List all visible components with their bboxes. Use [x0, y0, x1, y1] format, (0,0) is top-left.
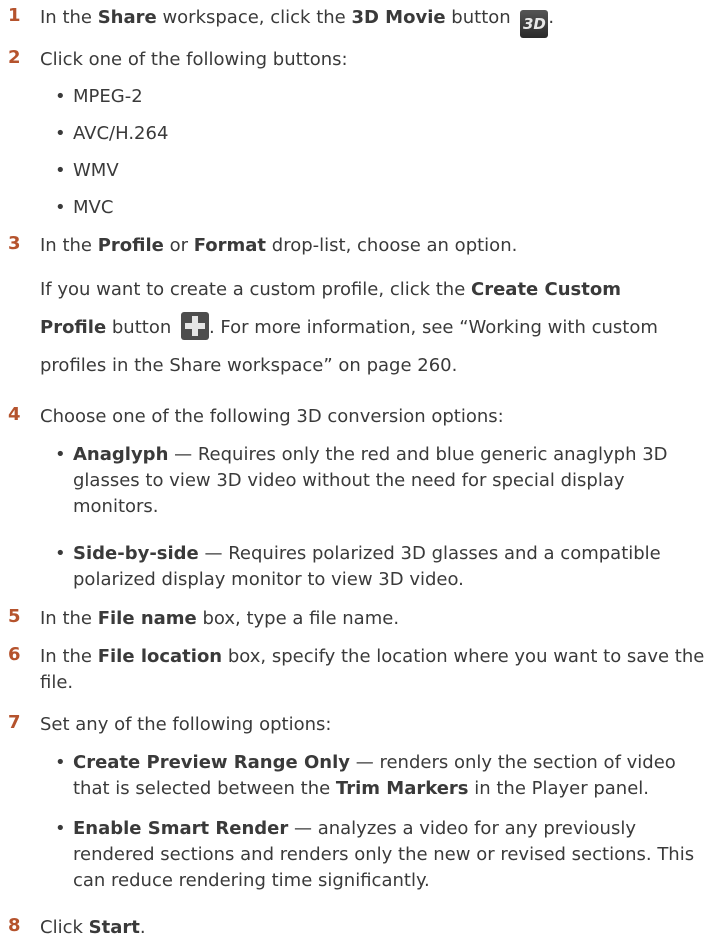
step-number: 3	[8, 233, 21, 254]
step-note: If you want to create a custom profile, …	[40, 279, 658, 376]
step-text: In the File location box, specify the lo…	[40, 646, 705, 693]
list-item: • MPEG-2	[55, 86, 143, 107]
list-item: • Side-by-side — Requires polarized 3D gl…	[55, 543, 661, 590]
step-number: 8	[8, 915, 21, 936]
step-number: 2	[8, 47, 21, 68]
step-number: 4	[8, 404, 21, 425]
list-item: • WMV	[55, 160, 119, 181]
3d-movie-icon: 3D	[520, 10, 549, 38]
step-number: 6	[8, 644, 21, 665]
step-text: In the Share workspace, click the 3D Mov…	[40, 5, 713, 38]
step-text: Click one of the following buttons:	[40, 49, 348, 70]
step-number: 1	[8, 5, 21, 26]
step-text: Choose one of the following 3D conversio…	[40, 406, 504, 427]
list-item: • AVC/H.264	[55, 123, 169, 144]
step-text: Click Start.	[40, 917, 146, 938]
plus-icon	[180, 312, 209, 340]
step-text: In the File name box, type a file name.	[40, 608, 400, 629]
step-text: Set any of the following options:	[40, 714, 332, 735]
list-item: • Anaglyph — Requires only the red and bl…	[55, 444, 668, 517]
step-number: 5	[8, 606, 21, 627]
step-text: In the Profile or Format drop-list, choo…	[40, 235, 518, 256]
step-number: 7	[8, 712, 21, 733]
list-item: • Enable Smart Render — analyzes a video …	[55, 818, 695, 891]
list-item: • Create Preview Range Only — renders onl…	[55, 752, 676, 799]
list-item: • MVC	[55, 197, 114, 218]
